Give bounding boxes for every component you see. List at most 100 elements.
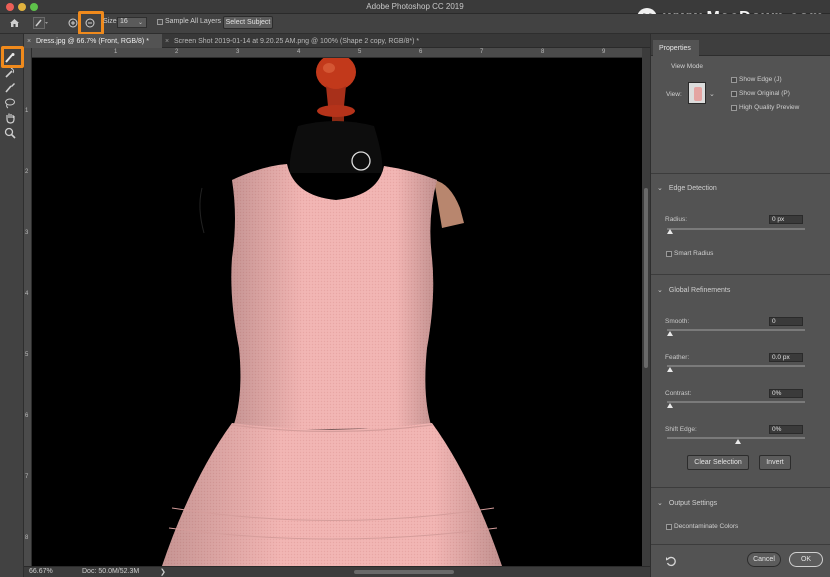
panel-tab-bar: Properties [651,34,830,56]
select-subject-button[interactable]: Select Subject [223,16,273,29]
ok-button[interactable]: OK [789,552,823,567]
ruler-number: 6 [419,49,423,55]
size-dropdown-icon[interactable]: ⌄ [138,19,143,26]
edge-detection-header: Edge Detection [668,184,717,192]
radius-slider-knob[interactable] [667,229,673,234]
brush-preset-icon[interactable] [32,16,50,30]
edge-detection-section[interactable]: ⌄ Edge Detection [657,184,717,193]
brush-tool-icon[interactable] [3,81,17,95]
contrast-field[interactable]: 0% [769,389,803,398]
invert-button[interactable]: Invert [759,455,791,470]
ruler-number: 7 [25,474,29,480]
contrast-slider[interactable] [667,401,805,403]
document-size: Doc: 50.0M/52.3M [82,568,140,575]
ruler-number: 5 [25,352,29,358]
shift-edge-label: Shift Edge: [665,426,697,433]
ruler-number: 4 [297,49,301,55]
output-settings-header: Output Settings [668,499,718,507]
global-refinements-header: Global Refinements [668,286,731,294]
radius-slider[interactable] [667,228,805,230]
sample-all-layers-checkbox[interactable] [157,19,163,25]
view-label: View: [666,91,682,98]
horizontal-scroll-thumb[interactable] [354,570,454,574]
show-edge-label: Show Edge (J) [739,76,782,83]
contrast-slider-knob[interactable] [667,403,673,408]
status-bar: 66.67% Doc: 50.0M/52.3M ❯ [24,566,650,577]
ruler-number: 4 [25,291,29,297]
properties-panel: Properties View Mode View: ⌄ Show Edge (… [650,34,830,577]
contrast-label: Contrast: [665,390,692,397]
high-quality-preview-checkbox[interactable] [731,105,737,111]
ruler-number: 5 [358,49,362,55]
show-edge-checkbox[interactable] [731,77,737,83]
zoom-tool-icon[interactable] [3,126,17,140]
horizontal-ruler: 1 2 3 4 5 6 7 8 9 [32,48,642,58]
panel-divider [651,274,830,275]
feather-slider-knob[interactable] [667,367,673,372]
lasso-tool-icon[interactable] [3,96,17,110]
shift-edge-field[interactable]: 0% [769,425,803,434]
chevron-down-icon: ⌄ [657,500,663,507]
ruler-number: 9 [602,49,606,55]
panel-divider [651,173,830,174]
ruler-number: 8 [541,49,545,55]
tab-properties[interactable]: Properties [653,40,699,56]
tab-label: Screen Shot 2019-01-14 at 9.20.25 AM.png… [174,37,420,45]
ruler-number: 3 [25,230,29,236]
smart-radius-label: Smart Radius [674,250,714,257]
smooth-field[interactable]: 0 [769,317,803,326]
ruler-number: 6 [25,413,29,419]
tab-screenshot[interactable]: × Screen Shot 2019-01-14 at 9.20.25 AM.p… [162,34,462,48]
global-refinements-section[interactable]: ⌄ Global Refinements [657,286,731,295]
show-original-label: Show Original (P) [739,90,790,97]
vertical-scrollbar[interactable] [642,48,650,566]
tools-panel [0,34,24,577]
radius-field[interactable]: 0 px [769,215,803,224]
clear-selection-button[interactable]: Clear Selection [687,455,749,470]
thumbnail-figure [694,87,702,101]
dress-image [162,58,502,566]
view-dropdown-icon[interactable]: ⌄ [709,90,715,98]
view-mode-thumbnail[interactable] [688,82,706,104]
document-canvas[interactable] [32,58,642,566]
tab-dress[interactable]: × Dress.jpg @ 66.7% (Front, RGB/8) * [24,34,162,48]
radius-label: Radius: [665,216,688,223]
ruler-number: 2 [175,49,179,55]
document-tabs: × Dress.jpg @ 66.7% (Front, RGB/8) * × S… [24,34,650,48]
cancel-button[interactable]: Cancel [747,552,781,567]
decontaminate-colors-checkbox[interactable] [666,524,672,530]
smooth-slider[interactable] [667,329,805,331]
smooth-slider-knob[interactable] [667,331,673,336]
tab-label: Dress.jpg @ 66.7% (Front, RGB/8) * [36,37,149,45]
feather-label: Feather: [665,354,690,361]
panel-divider [651,544,830,545]
feather-field[interactable]: 0.0 px [769,353,803,362]
tab-close-icon[interactable]: × [27,38,31,45]
ruler-number: 8 [25,535,29,541]
vertical-scroll-thumb[interactable] [644,188,648,368]
smooth-label: Smooth: [665,318,690,325]
tab-close-icon[interactable]: × [165,38,169,45]
ruler-number: 1 [25,108,29,114]
view-mode-header: View Mode [671,63,704,70]
home-icon[interactable] [7,16,21,30]
hand-tool-icon[interactable] [3,111,17,125]
chevron-down-icon: ⌄ [657,287,663,294]
zoom-level[interactable]: 66.67% [29,568,53,575]
ruler-number: 1 [114,49,118,55]
reset-icon[interactable] [665,555,677,567]
decontaminate-colors-label: Decontaminate Colors [674,523,739,530]
status-menu-arrow[interactable]: ❯ [160,568,166,576]
high-quality-preview-label: High Quality Preview [739,104,800,111]
feather-slider[interactable] [667,365,805,367]
smart-radius-checkbox[interactable] [666,251,672,257]
show-original-checkbox[interactable] [731,91,737,97]
shift-edge-slider-knob[interactable] [735,439,741,444]
refine-edge-brush-icon[interactable] [3,66,17,80]
ruler-number: 2 [25,169,29,175]
sample-all-layers-label: Sample All Layers [165,18,222,25]
subtract-mode-highlight [78,11,104,35]
output-settings-section[interactable]: ⌄ Output Settings [657,499,718,508]
ruler-number: 3 [236,49,240,55]
active-tool-highlight [1,46,24,68]
